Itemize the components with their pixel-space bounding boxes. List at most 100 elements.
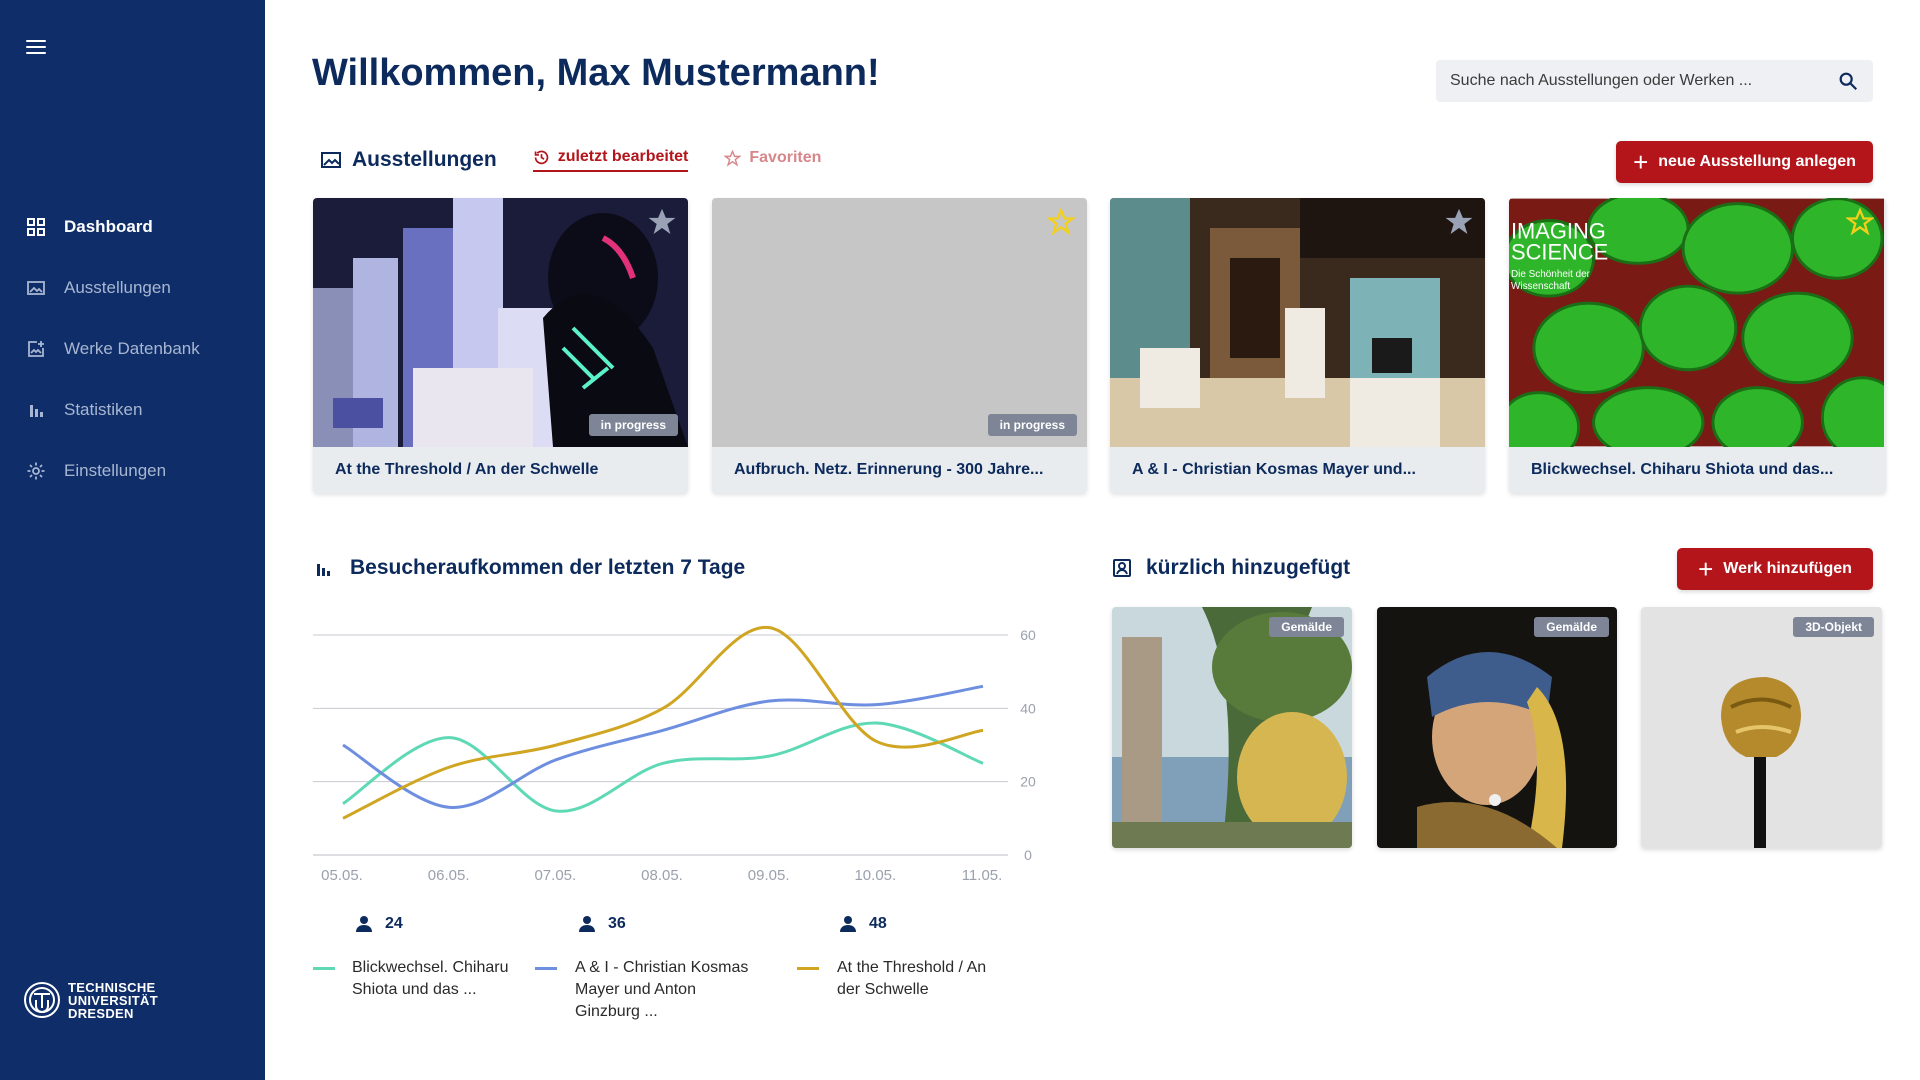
x-tick-label: 11.05. (962, 867, 1003, 884)
exhibition-title: A & I - Christian Kosmas Mayer und... (1132, 461, 1416, 478)
x-tick-label: 08.05. (641, 867, 683, 884)
legend-item: 24 (355, 915, 403, 933)
legend-item: 48 (839, 915, 887, 933)
bar-chart-icon (317, 564, 330, 576)
work-image (1377, 607, 1617, 848)
university-logo: TECHNISCHE UNIVERSITÄT DRESDEN (22, 980, 158, 1020)
exhibition-title: Blickwechsel. Chiharu Shiota und das... (1531, 461, 1834, 478)
poster-title-2: SCIENCE (1511, 239, 1608, 264)
person-icon (356, 916, 372, 932)
exhibition-image (313, 198, 688, 447)
sidebar-item-ausstellungen[interactable]: Ausstellungen (0, 257, 265, 318)
star-outline-icon (724, 149, 742, 167)
y-tick-label: 0 (1024, 847, 1032, 863)
gear-icon (26, 461, 46, 481)
legend-swatch (313, 967, 335, 970)
star-icon[interactable] (1445, 208, 1473, 236)
sidebar-item-statistiken[interactable]: Statistiken (0, 379, 265, 440)
tab-zuletzt-bearbeitet[interactable]: zuletzt bearbeitet (532, 148, 689, 172)
exhibition-title: Aufbruch. Netz. Erinnerung - 300 Jahre..… (734, 461, 1044, 478)
legend-label: Blickwechsel. Chiharu Shiota und das ... (352, 959, 509, 998)
logo-line-2: UNIVERSITÄT (68, 992, 158, 1008)
legend-count: 24 (355, 915, 403, 933)
visitor-count: 24 (385, 915, 403, 932)
sidebar-item-dashboard[interactable]: Dashboard (0, 196, 265, 257)
logo-line-3: DRESDEN (68, 1005, 134, 1021)
poster-subtitle-2: Wissenschaft (1511, 281, 1570, 292)
exhibition-image: IMAGING SCIENCE Die Schönheit der Wissen… (1509, 198, 1884, 447)
y-tick-label: 60 (1020, 627, 1036, 643)
exhibition-title: At the Threshold / An der Schwelle (335, 461, 599, 478)
recent-heading: kürzlich hinzugefügt (1112, 556, 1350, 580)
sidebar-item-label: Statistiken (64, 399, 143, 419)
visitor-count: 36 (608, 915, 626, 932)
image-add-icon (26, 339, 46, 359)
legend-swatch (797, 967, 819, 970)
tab-favoriten[interactable]: Favoriten (724, 149, 821, 171)
sidebar-nav: Dashboard Ausstellungen Werke Datenbank … (0, 196, 265, 501)
search-icon[interactable] (1837, 70, 1859, 92)
exhibition-image-placeholder (712, 198, 1087, 447)
logo-line-1: TECHNISCHE (68, 979, 156, 995)
bar-chart-icon (26, 400, 46, 420)
plus-icon: + (1698, 554, 1714, 584)
exhibition-card[interactable]: A & I - Christian Kosmas Mayer und... (1110, 198, 1485, 493)
work-type-badge: 3D-Objekt (1793, 617, 1874, 637)
plus-icon: + (1633, 147, 1649, 177)
star-favorite-icon[interactable] (1846, 208, 1874, 236)
star-favorite-icon[interactable] (1047, 208, 1075, 236)
exhibition-card[interactable]: IMAGING SCIENCE Die Schönheit der Wissen… (1509, 198, 1886, 493)
gallery-image-icon (321, 152, 341, 168)
visitors-heading: Besucheraufkommen der letzten 7 Tage (316, 556, 745, 580)
work-type-badge: Gemälde (1534, 617, 1609, 637)
history-icon (534, 150, 548, 164)
recent-heading-label: kürzlich hinzugefügt (1146, 556, 1351, 579)
y-tick-label: 20 (1020, 774, 1036, 790)
work-type-badge: Gemälde (1269, 617, 1344, 637)
tab-label: zuletzt bearbeitet (557, 148, 689, 165)
exhibitions-heading: Ausstellungen (320, 148, 497, 172)
work-image (1112, 607, 1352, 848)
exhibitions-tabs: Ausstellungen zuletzt bearbeitet Favorit… (320, 148, 857, 172)
exhibitions-heading-label: Ausstellungen (352, 148, 497, 171)
new-exhibition-button-label: neue Ausstellung anlegen (1658, 153, 1856, 170)
portrait-frame-icon (1113, 559, 1131, 577)
new-exhibition-button[interactable]: + neue Ausstellung anlegen (1616, 141, 1873, 183)
university-seal-icon (24, 982, 60, 1018)
poster-subtitle-1: Die Schönheit der (1511, 269, 1591, 280)
legend-count: 36 (578, 915, 626, 933)
work-image (1641, 607, 1882, 848)
visitor-count: 48 (869, 915, 887, 932)
x-tick-label: 09.05. (748, 867, 790, 884)
x-tick-label: 05.05. (321, 867, 363, 884)
page-title: Willkommen, Max Mustermann! (312, 52, 880, 94)
sidebar-item-einstellungen[interactable]: Einstellungen (0, 440, 265, 501)
work-card[interactable]: 3D-Objekt (1641, 607, 1882, 848)
series-line-2 (342, 684, 984, 809)
person-icon (579, 916, 595, 932)
add-work-button[interactable]: + Werk hinzufügen (1677, 548, 1873, 590)
tab-label: Favoriten (749, 149, 822, 166)
sidebar-item-label: Ausstellungen (64, 277, 171, 297)
work-card[interactable]: Gemälde (1112, 607, 1352, 848)
exhibition-card[interactable]: in progress At the Threshold / An der Sc… (313, 198, 688, 493)
sidebar-item-label: Werke Datenbank (64, 338, 200, 358)
search-input[interactable] (1450, 72, 1837, 90)
sidebar-item-label: Dashboard (64, 216, 153, 236)
legend-label: At the Threshold / An der Schwelle (837, 959, 987, 998)
exhibition-image (1110, 198, 1485, 447)
legend-swatch (535, 967, 557, 970)
visitor-line-chart: 0 20 40 60 05.05. 06.05. 07.05. 08.05. 09.05. 10.… (313, 626, 1036, 884)
legend-item: 36 (578, 915, 626, 933)
status-badge: in progress (987, 414, 1077, 436)
gallery-image-icon (26, 278, 46, 298)
hamburger-menu-icon[interactable] (26, 40, 46, 56)
exhibition-card[interactable]: in progress Aufbruch. Netz. Erinnerung -… (712, 198, 1087, 493)
x-tick-label: 06.05. (428, 867, 470, 884)
add-work-button-label: Werk hinzufügen (1723, 560, 1852, 577)
sidebar: Dashboard Ausstellungen Werke Datenbank … (0, 0, 265, 1080)
sidebar-item-werke-datenbank[interactable]: Werke Datenbank (0, 318, 265, 379)
star-icon[interactable] (648, 208, 676, 236)
work-card[interactable]: Gemälde (1377, 607, 1617, 848)
dashboard-grid-icon (26, 217, 46, 237)
